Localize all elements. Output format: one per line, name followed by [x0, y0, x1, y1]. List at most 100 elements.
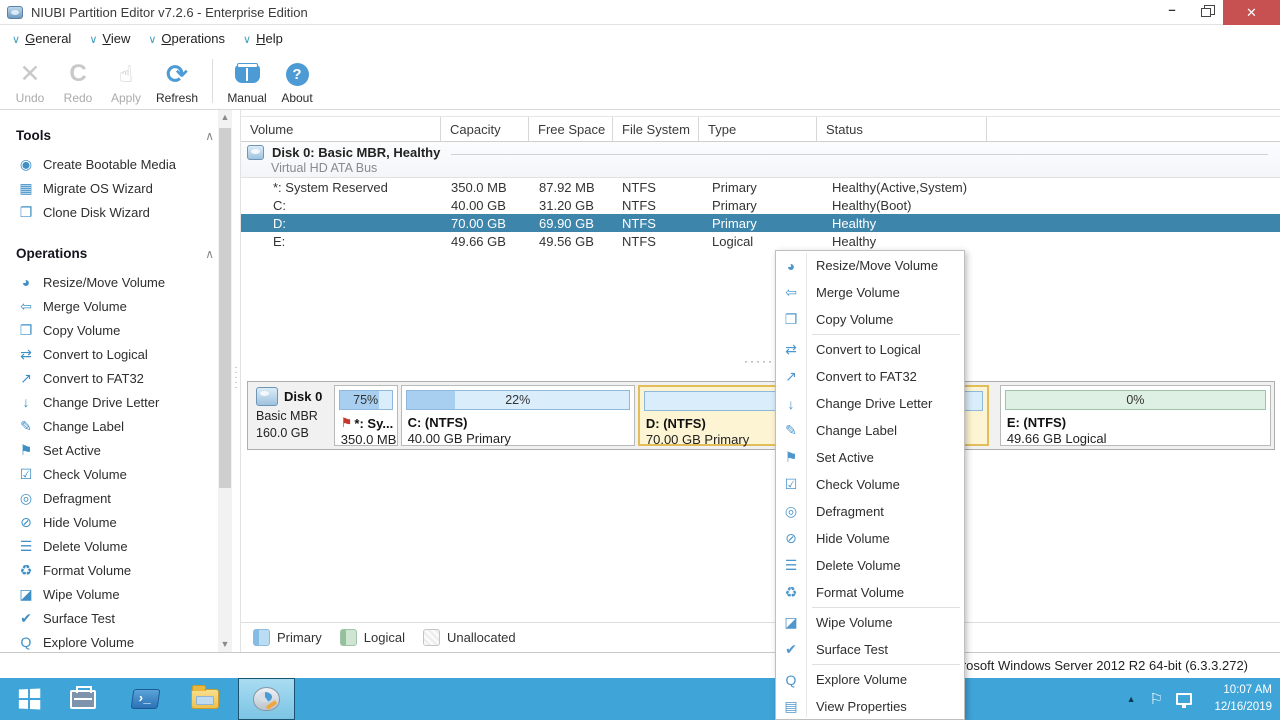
powershell-taskbar-button[interactable]	[122, 678, 168, 720]
clock-time: 10:07 AM	[1204, 682, 1272, 699]
taskbar-clock[interactable]: 10:07 AM 12/16/2019	[1204, 682, 1280, 715]
powershell-icon	[130, 689, 160, 709]
sidebar-item-migrate-os-wizard[interactable]: ▦ Migrate OS Wizard	[0, 176, 240, 200]
context-menu-item-hide-volume[interactable]: ⊘ Hide Volume	[776, 525, 964, 552]
context-menu-item-surface-test[interactable]: ✔ Surface Test	[776, 636, 964, 663]
volume-row-d[interactable]: D: 70.00 GB 69.90 GB NTFS Primary Health…	[241, 214, 1280, 232]
cell-status: Healthy(Active,System)	[817, 180, 987, 195]
sidebar-item-change-label[interactable]: ✎ Change Label	[0, 414, 240, 438]
sidebar-item-convert-to-logical[interactable]: ⇄ Convert to Logical	[0, 342, 240, 366]
context-menu-item-delete-volume[interactable]: ☰ Delete Volume	[776, 552, 964, 579]
defragment-icon: ◎	[776, 503, 806, 520]
scroll-down-icon[interactable]: ▼	[218, 637, 232, 652]
operations-section-header[interactable]: Operations	[0, 240, 240, 266]
menu-view[interactable]: View	[85, 29, 134, 48]
hide-volume-icon: ⊘	[776, 530, 806, 547]
file-explorer-taskbar-button[interactable]	[182, 678, 228, 720]
restore-icon	[1201, 8, 1211, 17]
action-center-flag-icon[interactable]	[1150, 690, 1163, 708]
cell-free-space: 31.20 GB	[529, 198, 613, 213]
sidebar-item-clone-disk-wizard[interactable]: ❐ Clone Disk Wizard	[0, 200, 240, 224]
minimize-button[interactable]	[1155, 0, 1189, 25]
context-menu-item-merge-volume[interactable]: ⇦ Merge Volume	[776, 279, 964, 306]
context-menu-item-set-active[interactable]: ⚑ Set Active	[776, 444, 964, 471]
explore-volume-icon: Q	[776, 672, 806, 688]
partition-block-system-reserved[interactable]: 75% *: Sy... 350.0 MB	[334, 385, 398, 446]
column-header-filler	[987, 117, 1280, 141]
volume-row-c[interactable]: C: 40.00 GB 31.20 GB NTFS Primary Health…	[241, 196, 1280, 214]
sidebar-item-wipe-volume[interactable]: ◪ Wipe Volume	[0, 582, 240, 606]
scrollbar-thumb[interactable]	[219, 128, 231, 488]
sidebar-item-format-volume[interactable]: ♻ Format Volume	[0, 558, 240, 582]
context-menu-item-convert-to-fat32[interactable]: ↗ Convert to FAT32	[776, 363, 964, 390]
undo-button[interactable]: Undo	[6, 51, 54, 109]
menu-general[interactable]: General	[8, 29, 75, 48]
context-menu-item-convert-to-logical[interactable]: ⇄ Convert to Logical	[776, 336, 964, 363]
context-menu-item-change-drive-letter[interactable]: ↓ Change Drive Letter	[776, 390, 964, 417]
menu-operations[interactable]: Operations	[144, 29, 229, 48]
column-header-type[interactable]: Type	[699, 117, 817, 141]
network-icon[interactable]	[1176, 693, 1192, 705]
close-button[interactable]	[1223, 0, 1280, 25]
menu-help[interactable]: Help	[239, 29, 287, 48]
legend-logical: Logical	[340, 629, 405, 646]
sidebar-item-create-bootable-media[interactable]: ◉ Create Bootable Media	[0, 152, 240, 176]
cell-file-system: NTFS	[613, 234, 699, 249]
column-header-free-space[interactable]: Free Space	[529, 117, 613, 141]
niubi-disk-icon	[253, 687, 280, 711]
context-menu-item-format-volume[interactable]: ♻ Format Volume	[776, 579, 964, 606]
merge-volume-icon: ⇦	[776, 284, 806, 301]
context-menu-item-wipe-volume[interactable]: ◪ Wipe Volume	[776, 609, 964, 636]
sidebar-item-defragment[interactable]: ◎ Defragment	[0, 486, 240, 510]
context-menu-item-explore-volume[interactable]: Q Explore Volume	[776, 666, 964, 693]
show-hidden-icons-chevron[interactable]: ▲	[1127, 694, 1136, 704]
apply-button[interactable]: Apply	[102, 51, 150, 109]
context-menu-item-check-volume[interactable]: ☑ Check Volume	[776, 471, 964, 498]
restore-button[interactable]	[1189, 0, 1223, 25]
volume-row-e[interactable]: E: 49.66 GB 49.56 GB NTFS Logical Health…	[241, 232, 1280, 250]
about-button[interactable]: ? About	[273, 51, 321, 109]
sidebar-splitter-handle[interactable]: ·····	[232, 365, 240, 411]
sidebar-item-explore-volume[interactable]: Q Explore Volume	[0, 630, 240, 652]
sidebar-item-merge-volume[interactable]: ⇦ Merge Volume	[0, 294, 240, 318]
view-properties-icon: ▤	[776, 698, 806, 715]
disk-group-title: Disk 0: Basic MBR, Healthy	[272, 145, 440, 160]
context-menu-item-copy-volume[interactable]: ❐ Copy Volume	[776, 306, 964, 333]
defragment-icon: ◎	[16, 490, 36, 507]
partition-block-e[interactable]: 0% E: (NTFS) 49.66 GB Logical	[1000, 385, 1271, 446]
context-menu-item-change-label[interactable]: ✎ Change Label	[776, 417, 964, 444]
column-header-capacity[interactable]: Capacity	[441, 117, 529, 141]
sidebar-item-surface-test[interactable]: ✔ Surface Test	[0, 606, 240, 630]
refresh-button[interactable]: Refresh	[150, 51, 204, 109]
cell-file-system: NTFS	[613, 180, 699, 195]
start-button[interactable]	[6, 678, 52, 720]
context-menu-item-resize-move-volume[interactable]: ◕ Resize/Move Volume	[776, 252, 964, 279]
sidebar-item-convert-to-fat32[interactable]: ↗ Convert to FAT32	[0, 366, 240, 390]
windows-logo-icon	[19, 688, 40, 709]
context-menu-item-defragment[interactable]: ◎ Defragment	[776, 498, 964, 525]
column-header-file-system[interactable]: File System	[613, 117, 699, 141]
tools-section-header[interactable]: Tools	[0, 122, 240, 148]
sidebar-item-delete-volume[interactable]: ☰ Delete Volume	[0, 534, 240, 558]
partition-block-c[interactable]: 22% C: (NTFS) 40.00 GB Primary	[401, 385, 635, 446]
sidebar-item-resize-move-volume[interactable]: ◕ Resize/Move Volume	[0, 270, 240, 294]
disk-map-disk-block[interactable]: Disk 0 Basic MBR 160.0 GB	[251, 385, 331, 446]
manual-button[interactable]: Manual	[221, 51, 273, 109]
sidebar-item-hide-volume[interactable]: ⊘ Hide Volume	[0, 510, 240, 534]
niubi-taskbar-button-active[interactable]	[238, 678, 295, 720]
disk-group-row[interactable]: Disk 0: Basic MBR, Healthy Virtual HD AT…	[241, 142, 1280, 178]
context-menu-item-view-properties[interactable]: ▤ View Properties	[776, 693, 964, 720]
panel-splitter-handle[interactable]: ·····	[739, 354, 779, 368]
column-header-status[interactable]: Status	[817, 117, 987, 141]
column-header-volume[interactable]: Volume	[241, 117, 441, 141]
sidebar-item-check-volume[interactable]: ☑ Check Volume	[0, 462, 240, 486]
sidebar-item-set-active[interactable]: ⚑ Set Active	[0, 438, 240, 462]
redo-button[interactable]: Redo	[54, 51, 102, 109]
server-manager-taskbar-button[interactable]	[60, 678, 106, 720]
volume-row-system-reserved[interactable]: *: System Reserved 350.0 MB 87.92 MB NTF…	[241, 178, 1280, 196]
about-question-icon: ?	[286, 63, 309, 86]
sidebar-scrollbar[interactable]: ▲ ▼	[218, 110, 232, 652]
sidebar-item-copy-volume[interactable]: ❐ Copy Volume	[0, 318, 240, 342]
sidebar-item-change-drive-letter[interactable]: ↓ Change Drive Letter	[0, 390, 240, 414]
scroll-up-icon[interactable]: ▲	[218, 110, 232, 125]
